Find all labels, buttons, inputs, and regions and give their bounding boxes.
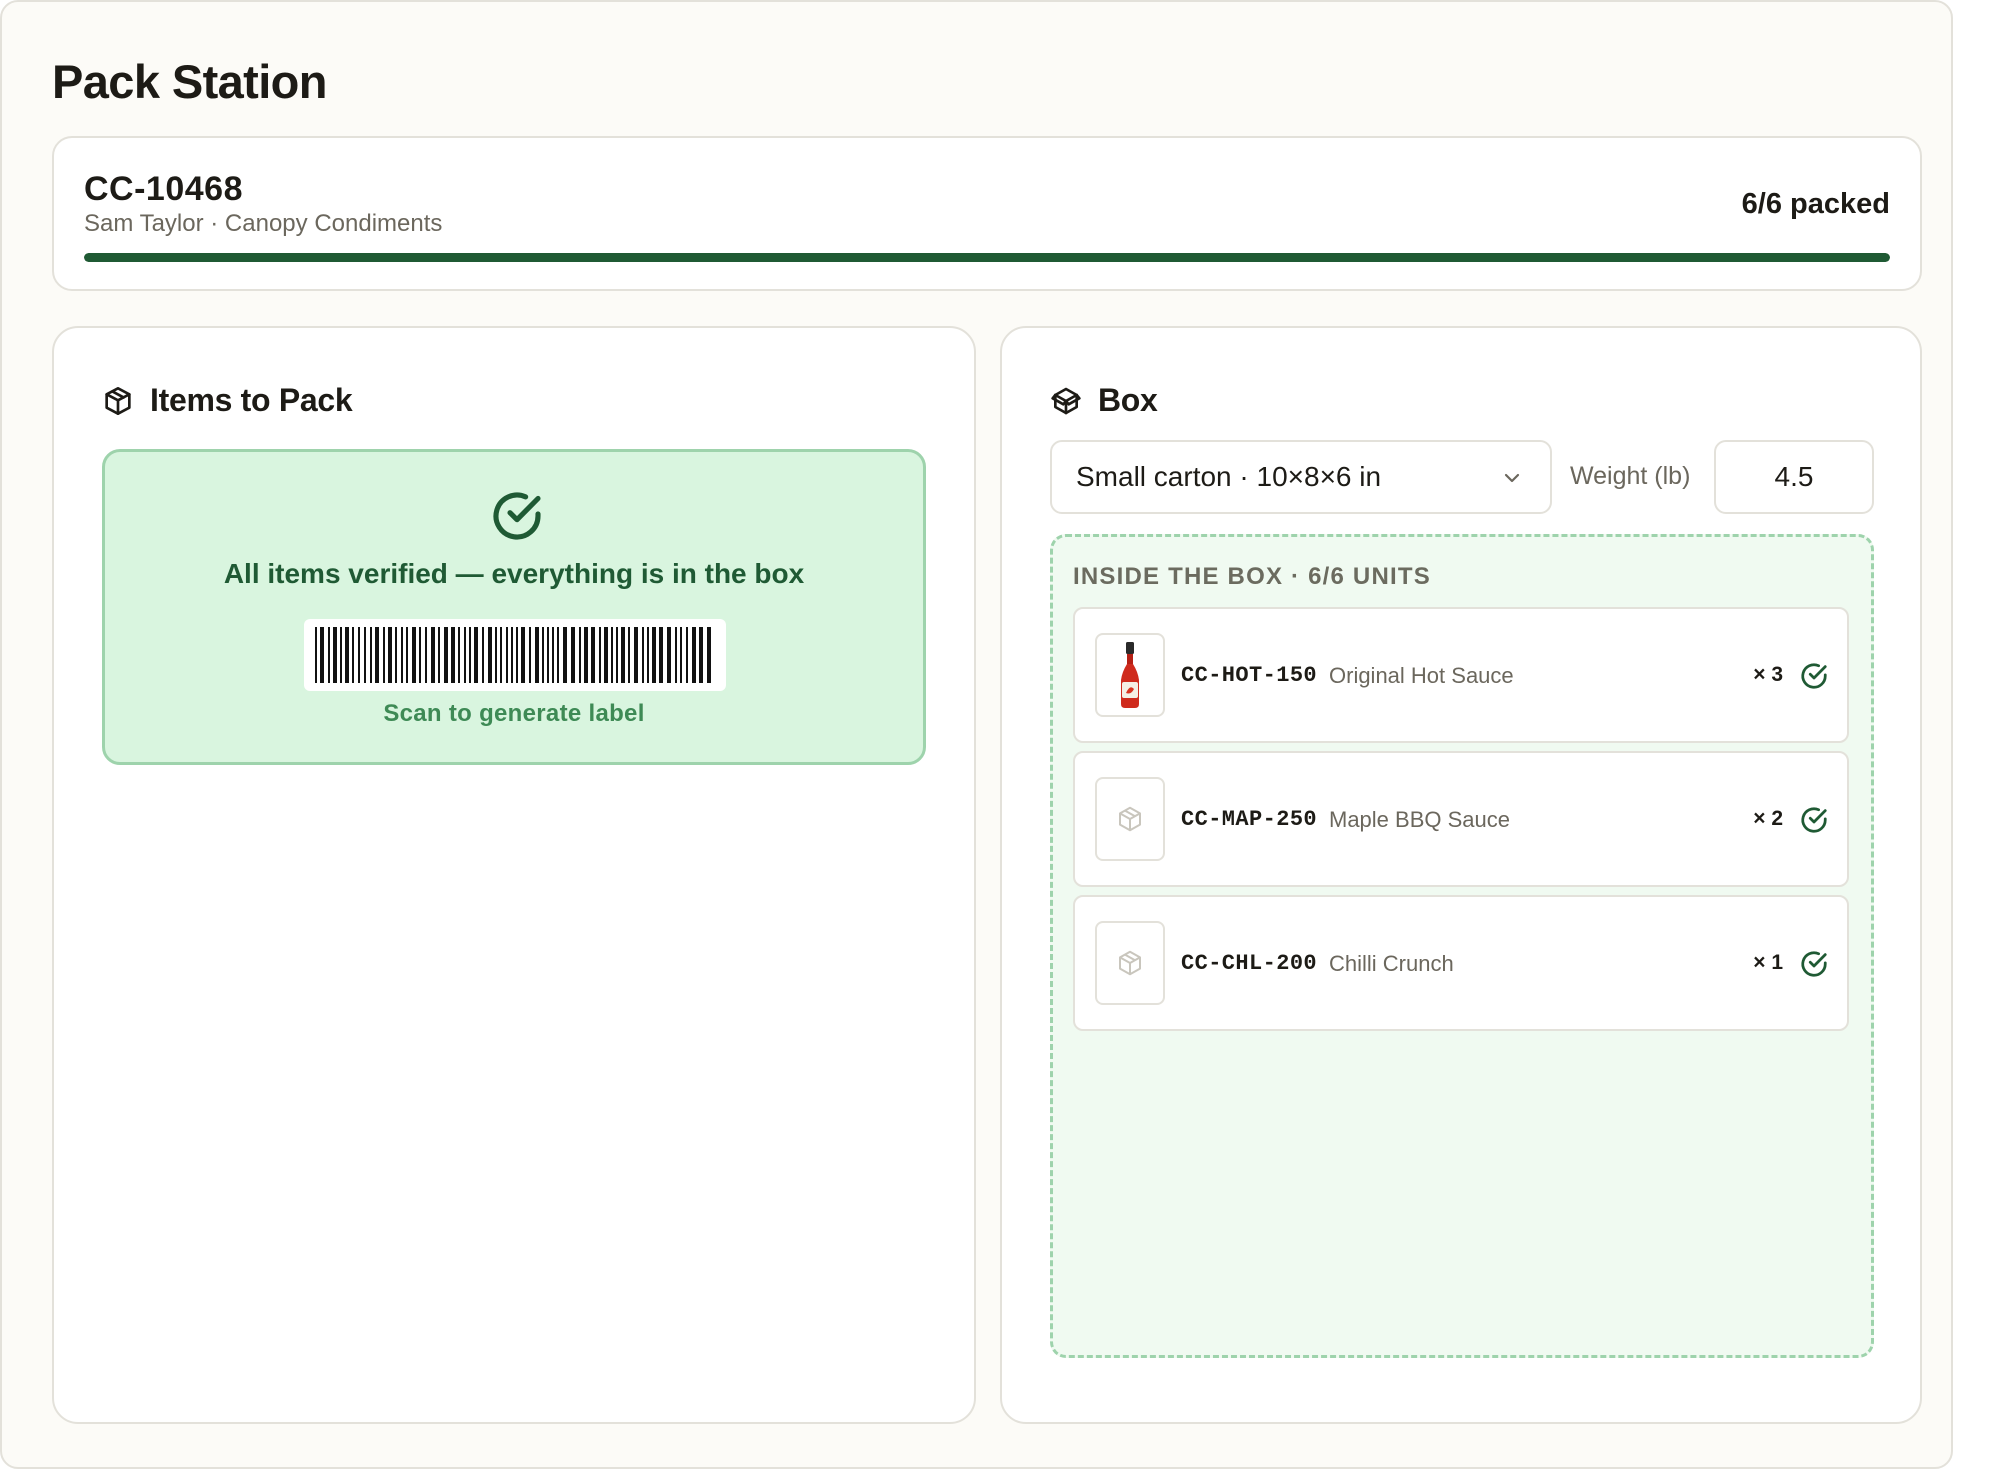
page-title: Pack Station (52, 55, 328, 108)
check-circle-icon (493, 492, 541, 540)
label-barcode[interactable] (304, 619, 726, 691)
product-thumbnail (1095, 777, 1165, 861)
items-panel-title: Items to Pack (150, 382, 353, 418)
box-panel-heading: Box (1050, 382, 1158, 419)
item-sku: CC-CHL-200 (1181, 951, 1318, 976)
all-verified-banner: All items verified — everything is in th… (102, 449, 926, 765)
items-to-pack-panel: Items to Pack All items verified — every… (52, 326, 976, 1424)
package-icon (105, 386, 131, 415)
box-panel-title: Box (1098, 382, 1158, 418)
product-thumbnail (1095, 633, 1165, 717)
item-name: Maple BBQ Sauce (1329, 807, 1510, 832)
item-sku: CC-MAP-250 (1181, 807, 1318, 832)
weight-input[interactable] (1714, 440, 1874, 514)
weight-label: Weight (lb) (1570, 462, 1691, 490)
placeholder-box-icon (1119, 806, 1141, 832)
hot-sauce-bottle-image (1121, 642, 1139, 708)
pack-progress-bar (84, 253, 1890, 262)
pack-station-window: Pack Station CC-10468 Sam Taylor · Canop… (0, 0, 1953, 1469)
check-circle-icon (1801, 663, 1827, 689)
barcode-caption: Scan to generate label (383, 700, 645, 727)
packed-count: 6/6 packed (1741, 188, 1890, 220)
item-quantity: × 2 (1753, 807, 1783, 830)
item-name: Original Hot Sauce (1329, 663, 1514, 688)
verified-message: All items verified — everything is in th… (223, 558, 805, 589)
barcode-icon (315, 627, 711, 683)
boxes-icon (1051, 387, 1081, 414)
box-type-select[interactable]: Small carton · 10×8×6 in (1050, 440, 1552, 514)
box-item: CC-CHL-200 Chilli Crunch × 1 (1073, 895, 1849, 1031)
item-quantity: × 3 (1753, 663, 1783, 686)
check-circle-icon (1801, 807, 1827, 833)
placeholder-box-icon (1119, 950, 1141, 976)
box-contents-dropzone[interactable]: INSIDE THE BOX · 6/6 UNITS CC-HOT-150 Or… (1050, 534, 1874, 1358)
box-item: CC-HOT-150 Original Hot Sauce × 3 (1073, 607, 1849, 743)
chevron-down-icon (1504, 473, 1520, 483)
item-name: Chilli Crunch (1329, 951, 1454, 976)
order-id: CC-10468 (84, 170, 243, 208)
product-thumbnail (1095, 921, 1165, 1005)
box-item: CC-MAP-250 Maple BBQ Sauce × 2 (1073, 751, 1849, 887)
box-contents-title: INSIDE THE BOX · 6/6 UNITS (1073, 563, 1431, 590)
order-summary-card: CC-10468 Sam Taylor · Canopy Condiments … (52, 136, 1922, 291)
pack-progress-fill (84, 253, 1890, 262)
order-customer: Sam Taylor · Canopy Condiments (84, 210, 443, 237)
box-panel: Box Small carton · 10×8×6 in Weight (lb)… (1000, 326, 1922, 1424)
check-circle-icon (1801, 951, 1827, 977)
box-type-value: Small carton · 10×8×6 in (1076, 461, 1382, 492)
items-panel-heading: Items to Pack (102, 382, 353, 419)
item-quantity: × 1 (1753, 951, 1783, 974)
item-sku: CC-HOT-150 (1181, 663, 1318, 688)
